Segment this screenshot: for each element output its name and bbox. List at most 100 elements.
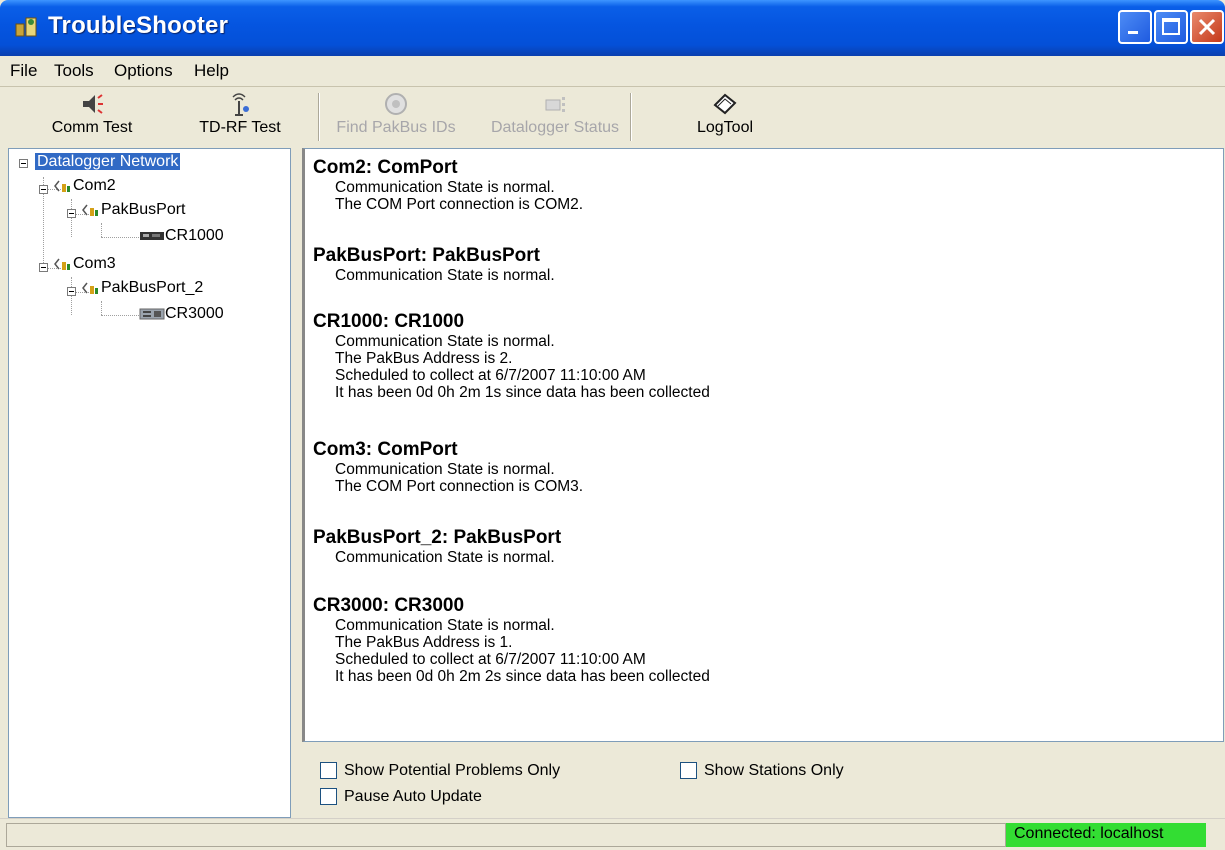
collapse-icon[interactable]	[19, 159, 28, 168]
checkbox-label: Show Potential Problems Only	[344, 762, 561, 779]
checkbox-box[interactable]	[320, 788, 337, 806]
detail-section-cr3000: CR3000: CR3000 Communication State is no…	[313, 595, 710, 685]
checkbox-box[interactable]	[680, 762, 697, 780]
troubleshooter-window: TroubleShooter File Tools Options Help C…	[0, 0, 1225, 850]
tree-connector	[101, 315, 141, 316]
detail-section-pakbusport-2: PakBusPort_2: PakBusPort Communication S…	[313, 527, 561, 566]
comm-test-button[interactable]: Comm Test	[42, 87, 142, 145]
tree-node-label: Com2	[73, 177, 116, 195]
menu-bar: File Tools Options Help	[0, 56, 1225, 87]
detail-line: Communication State is normal.	[335, 333, 555, 350]
detail-section-cr1000: CR1000: CR1000 Communication State is no…	[313, 311, 710, 401]
tree-node-label: PakBusPort_2	[101, 279, 204, 297]
status-message-pane	[6, 823, 1006, 847]
network-tree[interactable]: Datalogger Network Com2 PakBusPort CR100…	[8, 148, 291, 818]
find-pakbus-label: Find PakBus IDs	[336, 119, 456, 136]
detail-section-pakbusport: PakBusPort: PakBusPort Communication Sta…	[313, 245, 555, 284]
detail-line: Scheduled to collect at 6/7/2007 11:10:0…	[335, 367, 646, 384]
status-bar: Connected: localhost	[0, 818, 1225, 850]
datalogger-status-icon	[545, 97, 565, 112]
tree-node-label: CR3000	[165, 305, 224, 322]
tree-connector	[71, 277, 72, 315]
detail-section-com3: Com3: ComPort Communication State is nor…	[313, 439, 583, 495]
collapse-icon[interactable]	[67, 209, 76, 218]
tdrf-test-button[interactable]: TD-RF Test	[185, 87, 295, 145]
tree-node-com3[interactable]: Com3	[53, 255, 116, 273]
detail-line: Communication State is normal.	[335, 267, 555, 284]
datalogger-icon	[140, 231, 164, 240]
minimize-button[interactable]	[1118, 10, 1152, 44]
detail-section-com2: Com2: ComPort Communication State is nor…	[313, 157, 583, 213]
maximize-button[interactable]	[1154, 10, 1188, 44]
detail-heading: CR1000: CR1000	[313, 311, 465, 332]
checkbox-label: Show Stations Only	[704, 762, 844, 779]
logtool-button[interactable]: LogTool	[680, 87, 770, 145]
tree-node-datalogger-network[interactable]: Datalogger Network	[35, 153, 181, 171]
find-pakbus-ids-button[interactable]: Find PakBus IDs	[316, 87, 476, 145]
detail-line: The PakBus Address is 1.	[335, 634, 513, 651]
close-icon	[1198, 18, 1216, 36]
datalogger-status-label: Datalogger Status	[490, 119, 620, 136]
tree-node-label: Com3	[73, 255, 116, 273]
datalogger-status-button[interactable]: Datalogger Status	[482, 87, 628, 145]
tree-node-com2[interactable]: Com2	[53, 177, 116, 195]
detail-heading: CR3000: CR3000	[313, 595, 465, 616]
tree-node-label: CR1000	[165, 227, 224, 244]
collapse-icon[interactable]	[67, 287, 76, 296]
tree-node-label: PakBusPort	[101, 201, 186, 219]
detail-line: Communication State is normal.	[335, 461, 555, 478]
detail-line: Scheduled to collect at 6/7/2007 11:10:0…	[335, 651, 646, 668]
show-stations-only-checkbox[interactable]: Show Stations Only	[680, 762, 844, 780]
tree-connector	[101, 301, 102, 315]
menu-tools[interactable]: Tools	[54, 61, 94, 81]
detail-heading: Com3: ComPort	[313, 439, 458, 460]
menu-file[interactable]: File	[10, 61, 37, 81]
toolbar-separator	[630, 93, 632, 141]
menu-help[interactable]: Help	[194, 61, 229, 81]
datalogger-icon	[139, 308, 165, 320]
title-bar[interactable]: TroubleShooter	[0, 0, 1225, 56]
comport-icon	[54, 258, 70, 270]
tree-connector	[101, 237, 141, 238]
find-pakbus-icon	[385, 93, 407, 115]
detail-line: Communication State is normal.	[335, 179, 555, 196]
tree-connector	[101, 223, 102, 237]
menu-options[interactable]: Options	[114, 61, 173, 81]
checkbox-label: Pause Auto Update	[344, 788, 482, 805]
panel-splitter[interactable]	[291, 148, 302, 818]
tree-node-cr1000[interactable]: CR1000	[139, 227, 224, 245]
pause-auto-update-checkbox[interactable]: Pause Auto Update	[320, 788, 482, 806]
comm-test-label: Comm Test	[51, 119, 133, 136]
window-title: TroubleShooter	[48, 12, 229, 39]
detail-line: It has been 0d 0h 2m 2s since data has b…	[335, 668, 710, 685]
tdrf-test-label: TD-RF Test	[199, 119, 281, 136]
show-potential-problems-checkbox[interactable]: Show Potential Problems Only	[320, 762, 560, 780]
tree-node-pakbusport-2[interactable]: PakBusPort_2	[81, 279, 203, 297]
tree-node-pakbusport[interactable]: PakBusPort	[81, 201, 185, 219]
toolbar: Comm Test TD-RF Test Find PakBus IDs Dat…	[0, 87, 1225, 147]
logtool-label: LogTool	[696, 119, 754, 136]
detail-line: It has been 0d 0h 2m 1s since data has b…	[335, 384, 710, 401]
pakbusport-icon	[82, 204, 98, 216]
tree-node-label: Datalogger Network	[35, 153, 181, 170]
detail-line: The COM Port connection is COM3.	[335, 478, 584, 495]
comm-test-icon	[83, 94, 103, 114]
checkbox-box[interactable]	[320, 762, 337, 780]
detail-line: Communication State is normal.	[335, 617, 555, 634]
filter-options: Show Potential Problems Only Show Statio…	[302, 742, 1224, 818]
minimize-icon	[1128, 31, 1138, 34]
collapse-icon[interactable]	[39, 263, 48, 272]
detail-heading: PakBusPort: PakBusPort	[313, 245, 541, 266]
connection-status: Connected: localhost	[1006, 823, 1206, 847]
detail-heading: Com2: ComPort	[313, 157, 458, 178]
close-button[interactable]	[1190, 10, 1224, 44]
logtool-icon	[713, 93, 737, 115]
status-details-panel[interactable]: Com2: ComPort Communication State is nor…	[302, 148, 1224, 742]
tree-connector	[71, 199, 72, 237]
tdrf-test-icon	[232, 93, 249, 116]
collapse-icon[interactable]	[39, 185, 48, 194]
detail-heading: PakBusPort_2: PakBusPort	[313, 527, 562, 548]
detail-line: Communication State is normal.	[335, 549, 555, 566]
tree-node-cr3000[interactable]: CR3000	[139, 305, 224, 323]
detail-line: The COM Port connection is COM2.	[335, 196, 584, 213]
